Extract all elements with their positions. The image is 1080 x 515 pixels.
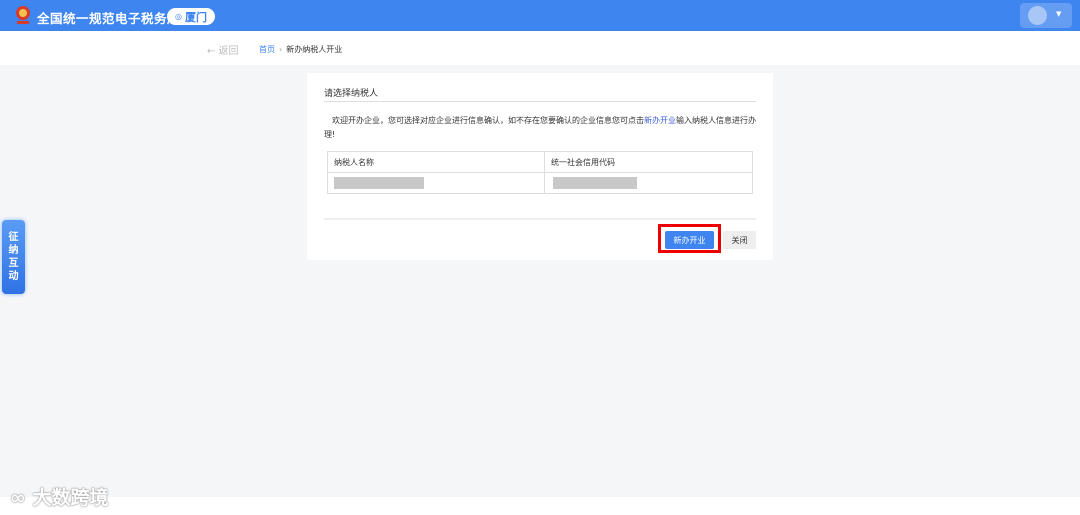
breadcrumb-separator: › (279, 45, 283, 54)
watermark-text: 大数跨境 (32, 487, 109, 509)
redacted-text (334, 177, 424, 189)
watermark: ∞ 大数跨境 (10, 487, 109, 509)
breadcrumb-bar: ← 返回 首页 › 新办纳税人开业 (0, 31, 1080, 65)
side-tab-char: 纳 (8, 245, 19, 256)
welcome-message: 欢迎开办企业，您可选择对应企业进行信息确认，如不存在您要确认的企业信息您可点击新… (324, 114, 756, 142)
divider (324, 101, 756, 102)
close-button[interactable]: 关闭 (723, 231, 756, 249)
new-business-link[interactable]: 新办开业 (644, 116, 676, 125)
column-header-credit-code: 统一社会信用代码 (543, 151, 754, 173)
footer (0, 497, 1080, 515)
user-menu[interactable]: ▼ (1020, 3, 1072, 28)
tax-emblem-logo (16, 6, 30, 24)
site-title: 全国统一规范电子税务局 (37, 11, 181, 26)
credit-code-cell[interactable] (543, 172, 754, 194)
redacted-text (552, 177, 637, 189)
select-taxpayer-panel: 请选择纳税人 欢迎开办企业，您可选择对应企业进行信息确认，如不存在您要确认的企业… (307, 73, 773, 260)
location-pin-icon: ◎ (175, 12, 182, 21)
taxpayer-table: 纳税人名称 统一社会信用代码 (327, 151, 754, 194)
top-header: 全国统一规范电子税务局 ◎ 厦门 ▼ (0, 0, 1080, 31)
side-tab-char: 动 (8, 271, 19, 282)
back-link[interactable]: ← 返回 (207, 42, 239, 57)
avatar-icon (1028, 6, 1047, 25)
city-selector[interactable]: ◎ 厦门 (167, 8, 215, 25)
breadcrumb-current: 新办纳税人开业 (286, 45, 343, 54)
table-row[interactable] (327, 172, 754, 194)
panel-title: 请选择纳税人 (324, 89, 379, 99)
table-header-row: 纳税人名称 统一社会信用代码 (327, 151, 754, 173)
breadcrumb-home[interactable]: 首页 (259, 45, 275, 54)
highlight-box: 新办开业 (658, 224, 721, 253)
side-tab-char: 互 (8, 258, 19, 269)
side-tab-char: 征 (8, 232, 19, 243)
city-label: 厦门 (184, 10, 207, 24)
divider (324, 218, 756, 220)
interaction-side-tab[interactable]: 征纳互动 (2, 220, 25, 294)
taxpayer-name-cell[interactable] (327, 172, 545, 194)
breadcrumb: 首页 › 新办纳税人开业 (259, 44, 342, 55)
chevron-down-icon: ▼ (1056, 10, 1062, 18)
new-business-button[interactable]: 新办开业 (665, 231, 714, 249)
message-text: 欢迎开办企业，您可选择对应企业进行信息确认，如不存在您要确认的企业信息您可点击 (332, 116, 644, 125)
column-header-name: 纳税人名称 (327, 151, 545, 173)
